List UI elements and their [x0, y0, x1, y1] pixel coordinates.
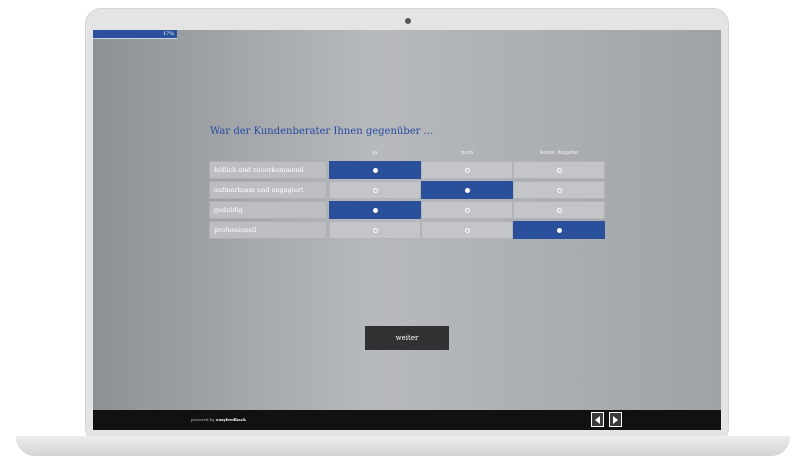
radio-cell[interactable] — [513, 201, 605, 219]
radio-cell[interactable] — [421, 201, 513, 219]
column-header: keine Angabe — [540, 150, 578, 156]
next-page-button[interactable] — [609, 412, 622, 427]
radio-button-icon — [372, 187, 378, 193]
radio-button-icon — [464, 167, 470, 173]
radio-cell[interactable] — [329, 221, 421, 239]
radio-cell[interactable] — [513, 161, 605, 179]
footer-bar: powered by easyfeedback — [93, 410, 721, 430]
radio-cell[interactable] — [329, 181, 421, 199]
radio-button-icon — [556, 167, 562, 173]
radio-cell[interactable] — [421, 161, 513, 179]
row-label: aufmerksam und engagiert — [209, 181, 327, 199]
radio-cell[interactable] — [329, 161, 421, 179]
next-button[interactable]: weiter — [365, 326, 449, 350]
powered-by-text: powered by easyfeedback — [191, 417, 246, 422]
column-header: ja — [372, 150, 378, 156]
row-label: professionell — [209, 221, 327, 239]
row-label: höflich und zuvorkommend — [209, 161, 327, 179]
radio-button-icon — [556, 227, 562, 233]
radio-button-icon — [464, 227, 470, 233]
powered-prefix: powered by — [191, 417, 215, 422]
survey-screen: 17% War der Kundenberater Ihnen gegenübe… — [93, 30, 721, 430]
webcam-icon — [405, 18, 411, 24]
radio-button-icon — [372, 167, 378, 173]
progress-bar: 17% — [93, 30, 721, 39]
radio-button-icon — [372, 207, 378, 213]
radio-cell[interactable] — [513, 221, 605, 239]
progress-text: 17% — [162, 31, 174, 37]
radio-cell[interactable] — [421, 221, 513, 239]
progress-fill: 17% — [93, 30, 177, 39]
radio-button-icon — [464, 187, 470, 193]
radio-button-icon — [556, 187, 562, 193]
radio-cell[interactable] — [421, 181, 513, 199]
brand-name: easyfeedback — [215, 417, 246, 422]
question-title: War der Kundenberater Ihnen gegenüber ..… — [210, 126, 434, 137]
row-label: geduldig — [209, 201, 327, 219]
radio-cell[interactable] — [513, 181, 605, 199]
radio-button-icon — [464, 207, 470, 213]
radio-button-icon — [556, 207, 562, 213]
arrow-left-icon — [595, 415, 600, 424]
radio-button-icon — [372, 227, 378, 233]
radio-cell[interactable] — [329, 201, 421, 219]
arrow-right-icon — [613, 415, 618, 424]
previous-page-button[interactable] — [591, 412, 604, 427]
column-header: nein — [460, 150, 474, 156]
laptop-base — [16, 436, 790, 456]
